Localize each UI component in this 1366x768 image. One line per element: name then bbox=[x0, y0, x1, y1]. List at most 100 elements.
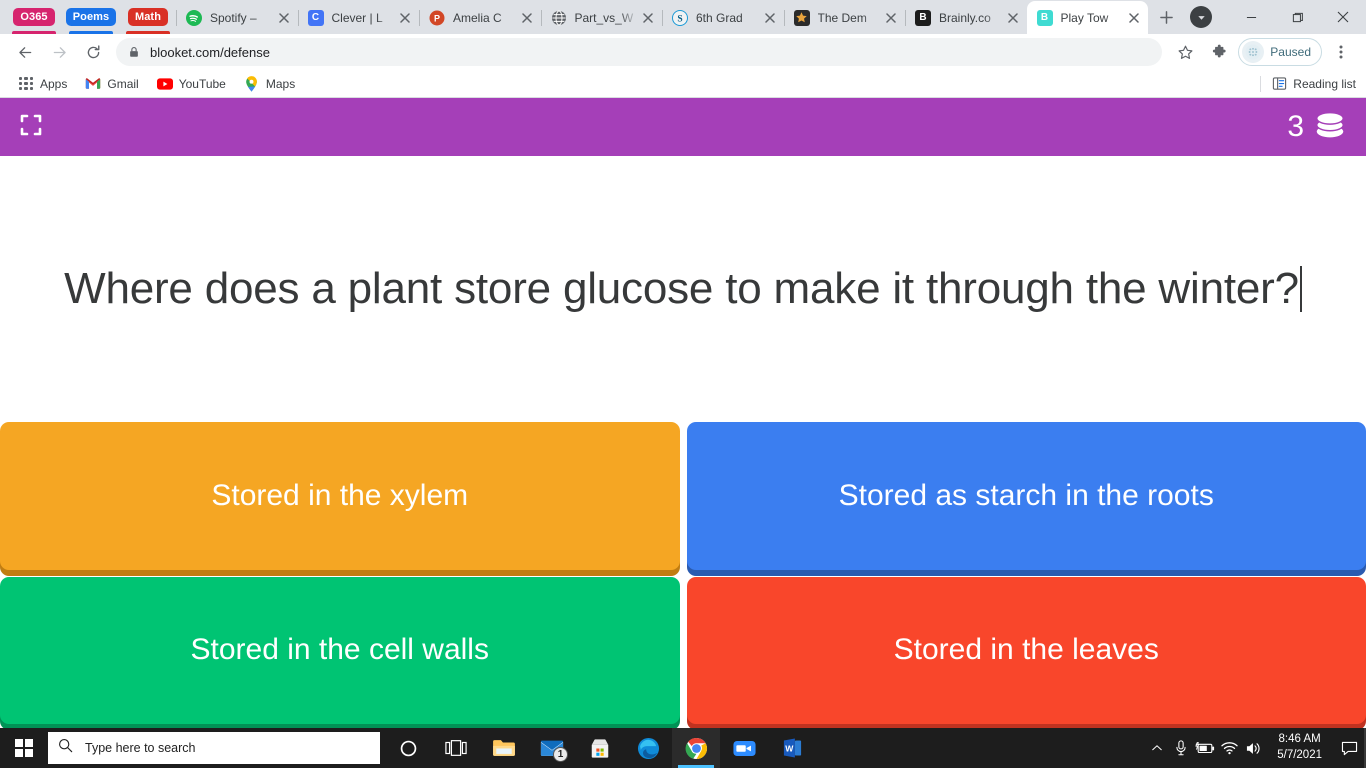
reload-icon[interactable] bbox=[79, 38, 107, 66]
wifi-icon[interactable] bbox=[1217, 728, 1241, 768]
tab-title: Clever | L bbox=[331, 10, 383, 25]
answer-label: Stored as starch in the roots bbox=[838, 478, 1214, 512]
taskbar-clock[interactable]: 8:46 AM 5/7/2021 bbox=[1265, 732, 1334, 763]
pinned-tab-poems[interactable]: Poems bbox=[63, 0, 119, 34]
cortana-icon[interactable] bbox=[384, 728, 432, 768]
bookmark-maps[interactable]: Maps bbox=[236, 73, 303, 95]
tab-separator bbox=[905, 10, 906, 26]
search-icon bbox=[58, 738, 73, 758]
three-dot-menu-icon[interactable] bbox=[1327, 38, 1355, 66]
fullscreen-expand-icon[interactable] bbox=[18, 112, 48, 142]
reading-list-button[interactable]: Reading list bbox=[1260, 75, 1356, 92]
tab-part-vs-w[interactable]: Part_vs_W bbox=[540, 1, 663, 34]
bookmark-label: YouTube bbox=[178, 76, 226, 91]
word-icon[interactable]: W bbox=[768, 728, 816, 768]
chrome-browser-window: O365 Poems Math Spotify – C Clever | L P… bbox=[0, 0, 1366, 728]
maximize-button[interactable] bbox=[1274, 1, 1320, 33]
close-icon[interactable] bbox=[640, 10, 656, 26]
question-text: Where does a plant store glucose to make… bbox=[64, 259, 1302, 318]
tab-separator bbox=[176, 10, 177, 26]
tab-separator bbox=[662, 10, 663, 26]
bookmark-label: Apps bbox=[40, 76, 68, 91]
svg-text:P: P bbox=[434, 13, 440, 23]
globe-icon bbox=[551, 10, 567, 26]
bookmark-apps[interactable]: Apps bbox=[10, 73, 75, 95]
edge-icon[interactable] bbox=[624, 728, 672, 768]
address-bar[interactable]: blooket.com/defense bbox=[116, 38, 1163, 66]
lock-icon bbox=[128, 46, 140, 58]
pinned-tab-o365[interactable]: O365 bbox=[6, 0, 62, 34]
maps-pin-icon bbox=[244, 75, 260, 92]
pinned-tab-label: O365 bbox=[13, 7, 55, 27]
reading-list-icon bbox=[1271, 76, 1287, 92]
zoom-icon[interactable] bbox=[720, 728, 768, 768]
answer-label: Stored in the cell walls bbox=[190, 633, 489, 667]
minimize-button[interactable] bbox=[1228, 1, 1274, 33]
bookmark-star-icon[interactable] bbox=[1171, 38, 1199, 66]
windows-taskbar: Type here to search 1 W 8:46 AM 5/7/2021 bbox=[0, 728, 1366, 768]
spotify-icon bbox=[186, 9, 202, 26]
answer-button-3[interactable]: Stored in the cell walls bbox=[0, 576, 680, 724]
pinned-tab-label: Math bbox=[127, 7, 169, 27]
answer-button-2[interactable]: Stored as starch in the roots bbox=[686, 422, 1366, 570]
back-arrow-icon[interactable] bbox=[11, 38, 39, 66]
new-tab-button[interactable] bbox=[1152, 3, 1180, 31]
close-icon[interactable] bbox=[762, 10, 778, 26]
show-hidden-icons-chevron[interactable] bbox=[1145, 728, 1169, 768]
forward-arrow-icon[interactable] bbox=[45, 38, 73, 66]
close-icon[interactable] bbox=[276, 10, 292, 26]
mail-icon[interactable]: 1 bbox=[528, 728, 576, 768]
tab-spotify[interactable]: Spotify – bbox=[176, 1, 298, 34]
pinned-tab-underbar bbox=[12, 31, 56, 34]
tab-list: Spotify – C Clever | L P Amelia C Part_v… bbox=[176, 0, 1180, 34]
pinned-tabs: O365 Poems Math bbox=[6, 0, 176, 34]
blooket-icon: B bbox=[1036, 9, 1053, 26]
close-icon[interactable] bbox=[519, 10, 535, 26]
tab-the-dem[interactable]: The Dem bbox=[783, 1, 906, 34]
close-icon[interactable] bbox=[1126, 10, 1142, 26]
tab-6th-grade[interactable]: S 6th Grad bbox=[662, 1, 784, 34]
close-window-button[interactable] bbox=[1320, 1, 1366, 33]
tab-strip: O365 Poems Math Spotify – C Clever | L P… bbox=[0, 0, 1366, 34]
bookmark-youtube[interactable]: YouTube bbox=[149, 73, 234, 95]
clock-time: 8:46 AM bbox=[1278, 733, 1321, 746]
youtube-icon bbox=[156, 76, 173, 92]
browser-toolbar: blooket.com/defense Paused bbox=[0, 34, 1366, 70]
avatar-icon bbox=[1242, 41, 1265, 63]
tab-amelia-powerpoint[interactable]: P Amelia C bbox=[419, 1, 541, 34]
extensions-puzzle-icon[interactable] bbox=[1205, 38, 1233, 66]
answer-button-1[interactable]: Stored in the xylem bbox=[0, 422, 680, 570]
close-icon[interactable] bbox=[883, 10, 899, 26]
blooket-game-page: 3 Where does a plant store glucose to ma… bbox=[0, 98, 1366, 728]
window-controls bbox=[1180, 0, 1366, 34]
answer-button-4[interactable]: Stored in the leaves bbox=[686, 576, 1366, 724]
coin-stack-icon bbox=[1312, 110, 1348, 145]
microphone-icon[interactable] bbox=[1169, 728, 1193, 768]
bookmark-gmail[interactable]: Gmail bbox=[77, 73, 146, 95]
volume-icon[interactable] bbox=[1241, 728, 1265, 768]
download-indicator-icon[interactable] bbox=[1190, 6, 1212, 28]
chrome-icon[interactable] bbox=[672, 728, 720, 768]
close-icon[interactable] bbox=[1005, 10, 1021, 26]
tab-separator bbox=[783, 10, 785, 26]
svg-text:W: W bbox=[785, 743, 794, 753]
close-icon[interactable] bbox=[397, 10, 413, 26]
mail-unread-badge: 1 bbox=[553, 747, 568, 762]
divider bbox=[1260, 75, 1262, 92]
file-explorer-icon[interactable] bbox=[480, 728, 528, 768]
battery-charging-icon[interactable] bbox=[1193, 728, 1217, 768]
profile-paused-pill[interactable]: Paused bbox=[1238, 38, 1322, 66]
gmail-icon bbox=[85, 76, 101, 92]
tab-brainly[interactable]: B Brainly.co bbox=[905, 1, 1027, 34]
taskbar-search-input[interactable]: Type here to search bbox=[48, 732, 380, 764]
windows-start-icon[interactable] bbox=[0, 728, 48, 768]
tab-play-tower-blooket[interactable]: B Play Tow bbox=[1026, 1, 1148, 34]
microsoft-store-icon[interactable] bbox=[576, 728, 624, 768]
action-center-icon[interactable] bbox=[1334, 728, 1364, 768]
tab-clever[interactable]: C Clever | L bbox=[297, 1, 420, 34]
apps-grid-icon bbox=[18, 76, 34, 92]
pinned-tab-math[interactable]: Math bbox=[120, 0, 176, 34]
task-view-icon[interactable] bbox=[432, 728, 480, 768]
bookmark-label: Gmail bbox=[107, 76, 139, 91]
answer-label: Stored in the leaves bbox=[893, 633, 1159, 667]
